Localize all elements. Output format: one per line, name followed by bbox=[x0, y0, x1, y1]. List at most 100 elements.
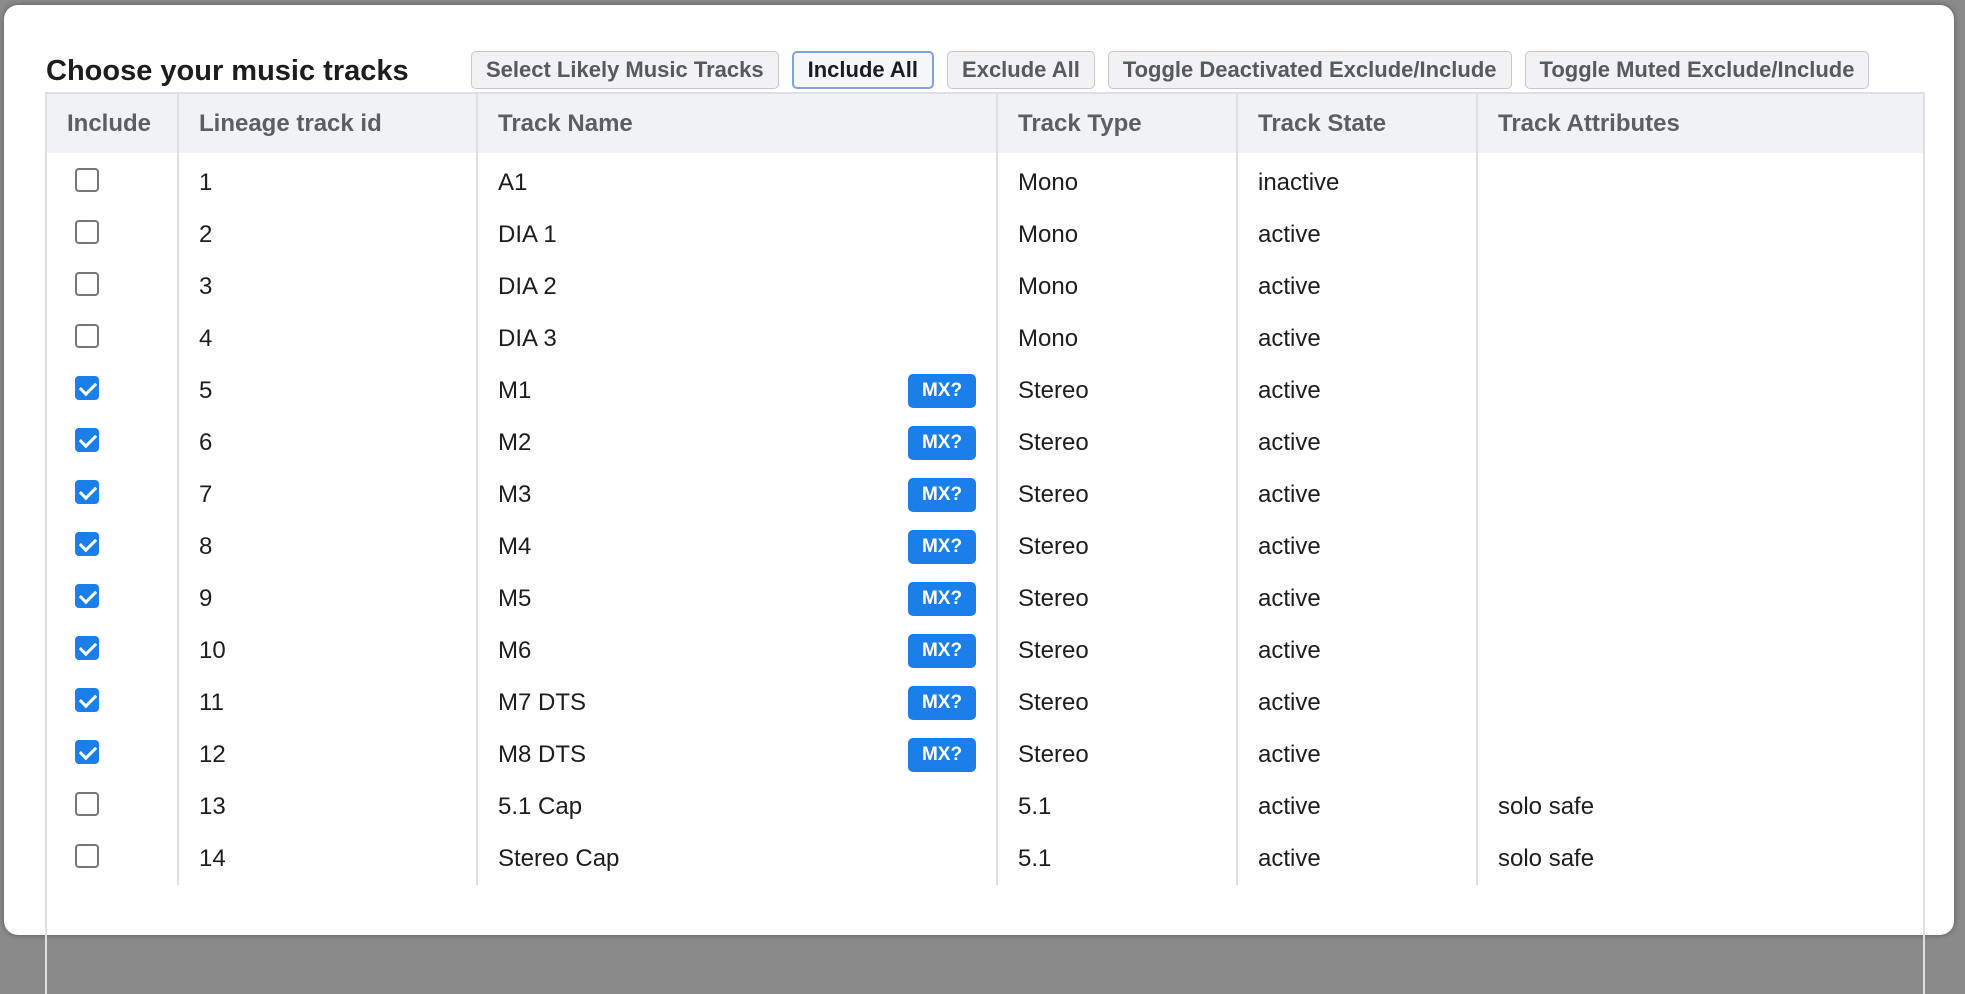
toggle-muted-button[interactable]: Toggle Muted Exclude/Include bbox=[1524, 51, 1870, 89]
track-type-cell: Stereo bbox=[997, 677, 1238, 729]
track-id-cell-text: 3 bbox=[199, 273, 213, 300]
tracks-table-container: Include Lineage track id Track Name Trac… bbox=[45, 92, 1925, 994]
column-header-track-state[interactable]: Track State bbox=[1237, 94, 1478, 153]
track-id-cell-text: 9 bbox=[199, 585, 213, 612]
track-id-cell: 1 bbox=[178, 153, 478, 209]
include-cell bbox=[47, 729, 179, 781]
track-id-cell: 3 bbox=[178, 261, 478, 313]
track-name-cell: M7 DTS MX? bbox=[477, 677, 998, 729]
include-cell bbox=[47, 153, 179, 209]
table-row: 10 M6 MX? Stereo active bbox=[47, 625, 1923, 677]
column-header-track-type[interactable]: Track Type bbox=[997, 94, 1238, 153]
select-likely-music-tracks-button[interactable]: Select Likely Music Tracks bbox=[471, 51, 779, 89]
track-attributes-cell bbox=[1477, 417, 1923, 469]
table-row: 3 DIA 2 Mono active bbox=[47, 261, 1923, 313]
music-tracks-dialog: Choose your music tracks Select Likely M… bbox=[4, 5, 1954, 994]
track-id-cell: 12 bbox=[178, 729, 478, 781]
track-name-cell-text: M3 bbox=[498, 481, 532, 508]
track-type-cell-text: Stereo bbox=[1018, 533, 1089, 560]
track-id-cell-text: 5 bbox=[199, 377, 213, 404]
track-state-cell-text: active bbox=[1258, 481, 1321, 508]
include-checkbox[interactable] bbox=[75, 220, 99, 244]
track-id-cell: 6 bbox=[178, 417, 478, 469]
include-checkbox[interactable] bbox=[75, 844, 99, 868]
track-attributes-cell-text: solo safe bbox=[1498, 793, 1595, 820]
track-id-cell-text: 12 bbox=[199, 741, 226, 768]
track-name-cell-text: M5 bbox=[498, 585, 532, 612]
track-type-cell-text: Stereo bbox=[1018, 377, 1089, 404]
table-row: 7 M3 MX? Stereo active bbox=[47, 469, 1923, 521]
track-id-cell: 2 bbox=[178, 209, 478, 261]
track-name-cell: M4 MX? bbox=[477, 521, 998, 573]
table-row: 5 M1 MX? Stereo active bbox=[47, 365, 1923, 417]
track-state-cell-text: active bbox=[1258, 273, 1321, 300]
track-type-cell: 5.1 bbox=[997, 781, 1238, 833]
track-state-cell: active bbox=[1237, 729, 1478, 781]
mx-badge-button[interactable]: MX? bbox=[908, 530, 976, 564]
track-type-cell: Mono bbox=[997, 313, 1238, 365]
include-checkbox[interactable] bbox=[75, 740, 99, 764]
track-type-cell-text: Stereo bbox=[1018, 585, 1089, 612]
toggle-deactivated-button[interactable]: Toggle Deactivated Exclude/Include bbox=[1107, 51, 1512, 89]
mx-badge-button[interactable]: MX? bbox=[908, 478, 976, 512]
track-state-cell-text: active bbox=[1258, 585, 1321, 612]
track-name-cell-text: DIA 1 bbox=[498, 221, 557, 248]
column-header-track-name[interactable]: Track Name bbox=[477, 94, 998, 153]
track-type-cell: Stereo bbox=[997, 469, 1238, 521]
track-state-cell-text: active bbox=[1258, 845, 1321, 872]
include-checkbox[interactable] bbox=[75, 428, 99, 452]
track-state-cell: inactive bbox=[1237, 153, 1478, 209]
include-checkbox[interactable] bbox=[75, 584, 99, 608]
track-state-cell: active bbox=[1237, 469, 1478, 521]
include-cell bbox=[47, 261, 179, 313]
mx-badge-button[interactable]: MX? bbox=[908, 374, 976, 408]
mx-badge-button[interactable]: MX? bbox=[908, 426, 976, 460]
include-checkbox[interactable] bbox=[75, 272, 99, 296]
track-type-cell-text: Mono bbox=[1018, 325, 1079, 352]
include-checkbox[interactable] bbox=[75, 324, 99, 348]
include-checkbox[interactable] bbox=[75, 376, 99, 400]
include-checkbox[interactable] bbox=[75, 688, 99, 712]
include-checkbox[interactable] bbox=[75, 168, 99, 192]
track-type-cell-text: Mono bbox=[1018, 169, 1079, 196]
track-name-cell-text: M8 DTS bbox=[498, 741, 587, 768]
track-name-cell-text: M7 DTS bbox=[498, 689, 587, 716]
include-cell bbox=[47, 417, 179, 469]
track-attributes-cell bbox=[1477, 469, 1923, 521]
include-cell bbox=[47, 625, 179, 677]
column-header-lineage-track-id[interactable]: Lineage track id bbox=[178, 94, 478, 153]
track-name-cell: DIA 1 bbox=[477, 209, 998, 261]
track-name-cell: 5.1 Cap bbox=[477, 781, 998, 833]
track-state-cell-text: active bbox=[1258, 221, 1321, 248]
track-name-cell-text: DIA 2 bbox=[498, 273, 557, 300]
track-type-cell: Stereo bbox=[997, 573, 1238, 625]
table-header-row: Include Lineage track id Track Name Trac… bbox=[47, 94, 1923, 153]
track-state-cell: active bbox=[1237, 677, 1478, 729]
track-attributes-cell bbox=[1477, 365, 1923, 417]
track-type-cell-text: Stereo bbox=[1018, 689, 1089, 716]
track-name-cell: M1 MX? bbox=[477, 365, 998, 417]
include-checkbox[interactable] bbox=[75, 792, 99, 816]
include-checkbox[interactable] bbox=[75, 480, 99, 504]
mx-badge-button[interactable]: MX? bbox=[908, 582, 976, 616]
track-state-cell: active bbox=[1237, 417, 1478, 469]
track-state-cell-text: active bbox=[1258, 637, 1321, 664]
mx-badge-button[interactable]: MX? bbox=[908, 738, 976, 772]
mx-badge-button[interactable]: MX? bbox=[908, 634, 976, 668]
track-name-cell: M3 MX? bbox=[477, 469, 998, 521]
include-all-button[interactable]: Include All bbox=[791, 51, 935, 89]
track-type-cell: Mono bbox=[997, 153, 1238, 209]
track-id-cell-text: 4 bbox=[199, 325, 213, 352]
track-id-cell-text: 7 bbox=[199, 481, 213, 508]
mx-badge-button[interactable]: MX? bbox=[908, 686, 976, 720]
include-checkbox[interactable] bbox=[75, 532, 99, 556]
dialog-title: Choose your music tracks bbox=[46, 55, 409, 87]
include-checkbox[interactable] bbox=[75, 636, 99, 660]
column-header-include[interactable]: Include bbox=[47, 94, 179, 153]
include-cell bbox=[47, 313, 179, 365]
track-type-cell-text: Mono bbox=[1018, 273, 1079, 300]
table-row: 9 M5 MX? Stereo active bbox=[47, 573, 1923, 625]
column-header-track-attributes[interactable]: Track Attributes bbox=[1477, 94, 1923, 153]
track-name-cell-text: M1 bbox=[498, 377, 532, 404]
exclude-all-button[interactable]: Exclude All bbox=[947, 51, 1095, 89]
